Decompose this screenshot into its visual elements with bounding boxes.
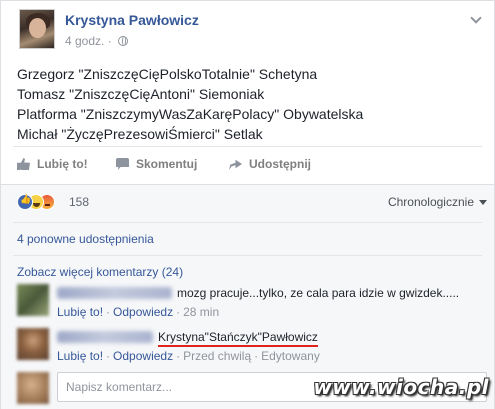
dot-separator: · [106,349,111,363]
commenter-name-redacted[interactable] [57,287,172,299]
dot-separator: · [176,349,181,363]
comment-sort-dropdown[interactable]: Chronologicznie [388,195,487,209]
reaction-count[interactable]: 158 [69,195,89,209]
dot-separator: · [254,349,259,363]
facebook-post-card: Krystyna Pawłowicz 4 godz. · Grzegorz "Z… [0,0,495,409]
edited-label[interactable]: Edytowany [261,349,320,363]
share-arrow-icon [229,159,242,170]
commenter-avatar[interactable] [17,284,49,316]
comment-reply-link[interactable]: Odpowiedz [113,305,173,319]
speech-bubble-icon [116,158,129,170]
post-line: Michał "ŻyczęPrezesowiŚmierci" Setlak [17,126,263,142]
comment-text: mozg pracuje...tylko, ze cala para idzie… [177,286,460,300]
comment-text: Krystyna"Stańczyk"Pawłowicz [158,330,318,347]
watermark-text: www.wiocha.pl [313,375,489,399]
comment-like-link[interactable]: Lubię to! [57,349,103,363]
divider [13,255,482,256]
avatar-face [29,18,46,38]
meta-separator: · [107,34,112,48]
comment-actions: Lubię to! · Odpowiedz · 28 min [57,305,219,319]
reactions-bar: 158 Chronologicznie [17,194,487,212]
dot-separator: · [176,305,181,319]
comment-button[interactable]: Skomentuj [116,157,197,171]
thumbs-up-icon [17,158,30,170]
like-reaction-icon[interactable] [17,194,33,210]
post-line: Grzegorz "ZniszczęCięPolskoTotalnie" Sch… [17,66,318,82]
comment-time[interactable]: Przed chwilą [183,349,251,363]
post-line: Tomasz "ZniszczęCięAntoni" Siemoniak [17,86,265,102]
commenter-avatar[interactable] [17,328,49,360]
share-label: Udostępnij [249,157,311,171]
current-user-avatar [17,372,49,404]
comment-label: Skomentuj [136,157,198,171]
chevron-down-icon[interactable] [469,13,483,27]
like-label: Lubię to! [37,157,88,171]
comment-like-link[interactable]: Lubię to! [57,305,103,319]
dot-separator: · [106,305,111,319]
author-name[interactable]: Krystyna Pawłowicz [65,12,199,28]
caret-down-icon [479,200,487,205]
post-line: Platforma "ZniszczymyWasZaKaręPolacy" Ob… [17,106,364,122]
comment-time[interactable]: 28 min [183,305,219,319]
globe-icon[interactable] [118,36,129,46]
author-avatar[interactable] [19,9,55,49]
post-time[interactable]: 4 godz. [65,34,104,48]
sort-label: Chronologicznie [387,195,474,209]
divider [13,222,482,223]
view-more-comments-link[interactable]: Zobacz więcej komentarzy (24) [17,265,183,279]
post-meta: 4 godz. · [65,34,129,48]
shares-link[interactable]: 4 ponowne udostępnienia [17,232,154,246]
comment-actions: Lubię to! · Odpowiedz · Przed chwilą · Edytowa… [57,349,320,363]
share-button[interactable]: Udostępnij [229,157,311,171]
post-header: Krystyna Pawłowicz 4 godz. · [19,9,489,53]
divider [13,146,482,147]
comment-reply-link[interactable]: Odpowiedz [113,349,173,363]
post-action-bar: Lubię to! Skomentuj Udostępnij [17,157,482,177]
like-button[interactable]: Lubię to! [17,157,88,171]
commenter-name-redacted[interactable] [57,331,153,343]
post-body: Grzegorz "ZniszczęCięPolskoTotalnie" Sch… [17,64,482,144]
